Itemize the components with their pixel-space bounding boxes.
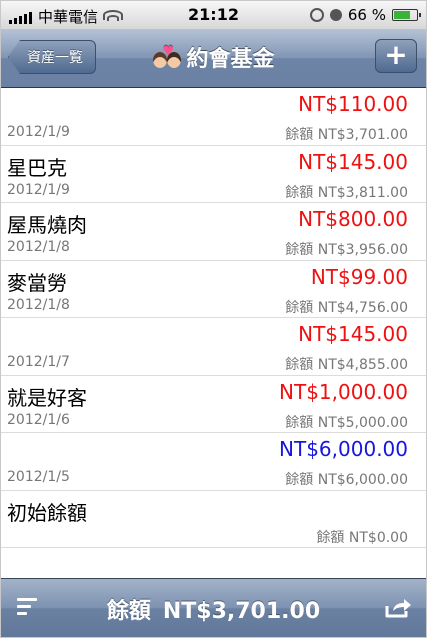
transaction-row[interactable]: 屋馬燒肉 NT$800.00 2012/1/8 餘額 NT$3,956.00	[1, 203, 426, 261]
transaction-balance: 餘額 NT$5,000.00	[285, 414, 408, 431]
app-frame: 中華電信 21:12 66 % 資産一覧 ♥ 約會基金 + NT$110.00 2…	[0, 0, 427, 638]
balance-label: 餘額	[106, 599, 151, 624]
page-title: ♥ 約會基金	[1, 41, 426, 73]
transaction-balance: 餘額 NT$3,811.00	[285, 184, 408, 201]
transaction-row[interactable]: 星巴克 NT$145.00 2012/1/9 餘額 NT$3,811.00	[1, 146, 426, 203]
transaction-date: 2012/1/9	[7, 181, 70, 198]
transaction-amount: NT$6,000.00	[279, 437, 408, 461]
transaction-list: NT$110.00 2012/1/9 餘額 NT$3,701.00 星巴克 NT$145…	[1, 88, 426, 548]
transaction-name: 就是好客	[7, 385, 87, 410]
transaction-row[interactable]: 初始餘額餘額 NT$0.00	[1, 491, 426, 548]
transaction-name: 麥當勞	[7, 270, 67, 295]
transaction-balance: 餘額 NT$3,956.00	[285, 242, 408, 258]
transaction-amount: NT$800.00	[298, 207, 408, 231]
couple-icon: ♥	[152, 44, 184, 70]
transaction-balance: 餘額 NT$3,701.00	[285, 127, 408, 143]
transaction-amount: NT$99.00	[310, 264, 408, 289]
transaction-amount: NT$110.00	[298, 92, 408, 116]
share-icon[interactable]	[384, 597, 412, 619]
transaction-row[interactable]: NT$6,000.00 2012/1/5 餘額 NT$6,000.00	[1, 433, 426, 491]
status-bar: 中華電信 21:12 66 %	[1, 1, 426, 29]
transaction-date: 2012/1/8	[7, 296, 70, 313]
transaction-amount: NT$145.00	[298, 322, 408, 346]
balance-value: NT$3,701.00	[162, 599, 321, 624]
transaction-name: 星巴克	[7, 155, 67, 180]
transaction-row[interactable]: 麥當勞 NT$99.00 2012/1/8 餘額 NT$4,756.00	[1, 261, 426, 318]
transaction-date: 2012/1/8	[7, 239, 70, 255]
transaction-row[interactable]: NT$145.00 2012/1/7 餘額 NT$4,855.00	[1, 318, 426, 376]
battery-icon	[392, 9, 421, 21]
transaction-date: 2012/1/9	[7, 124, 70, 140]
transaction-date: 2012/1/6	[7, 411, 70, 428]
page-title-text: 約會基金	[186, 47, 275, 72]
bottom-toolbar: 餘額 NT$3,701.00	[1, 578, 426, 637]
transaction-amount: NT$145.00	[298, 149, 408, 174]
transaction-date: 2012/1/5	[7, 469, 70, 485]
transaction-balance: 餘額 NT$4,855.00	[285, 357, 408, 373]
add-transaction-button[interactable]: +	[375, 39, 417, 73]
rotation-lock-icon	[309, 8, 324, 22]
transaction-balance: 餘額 NT$6,000.00	[285, 472, 408, 488]
transaction-amount: NT$1,000.00	[279, 379, 408, 404]
status-right: 66 %	[309, 6, 421, 24]
transaction-date: 2012/1/7	[7, 354, 70, 370]
alarm-icon	[329, 9, 342, 21]
transaction-name: 屋馬燒肉	[7, 213, 87, 237]
transaction-name: 初始餘額	[7, 500, 87, 525]
navigation-bar: 資産一覧 ♥ 約會基金 +	[1, 29, 426, 88]
transaction-balance: 餘額 NT$0.00	[316, 529, 408, 546]
transaction-row[interactable]: 就是好客 NT$1,000.00 2012/1/6 餘額 NT$5,000.00	[1, 376, 426, 433]
battery-percent: 66 %	[347, 6, 386, 24]
total-balance: 餘額 NT$3,701.00	[1, 593, 426, 625]
transaction-balance: 餘額 NT$4,756.00	[285, 299, 408, 316]
transaction-row[interactable]: NT$110.00 2012/1/9 餘額 NT$3,701.00	[1, 88, 426, 146]
